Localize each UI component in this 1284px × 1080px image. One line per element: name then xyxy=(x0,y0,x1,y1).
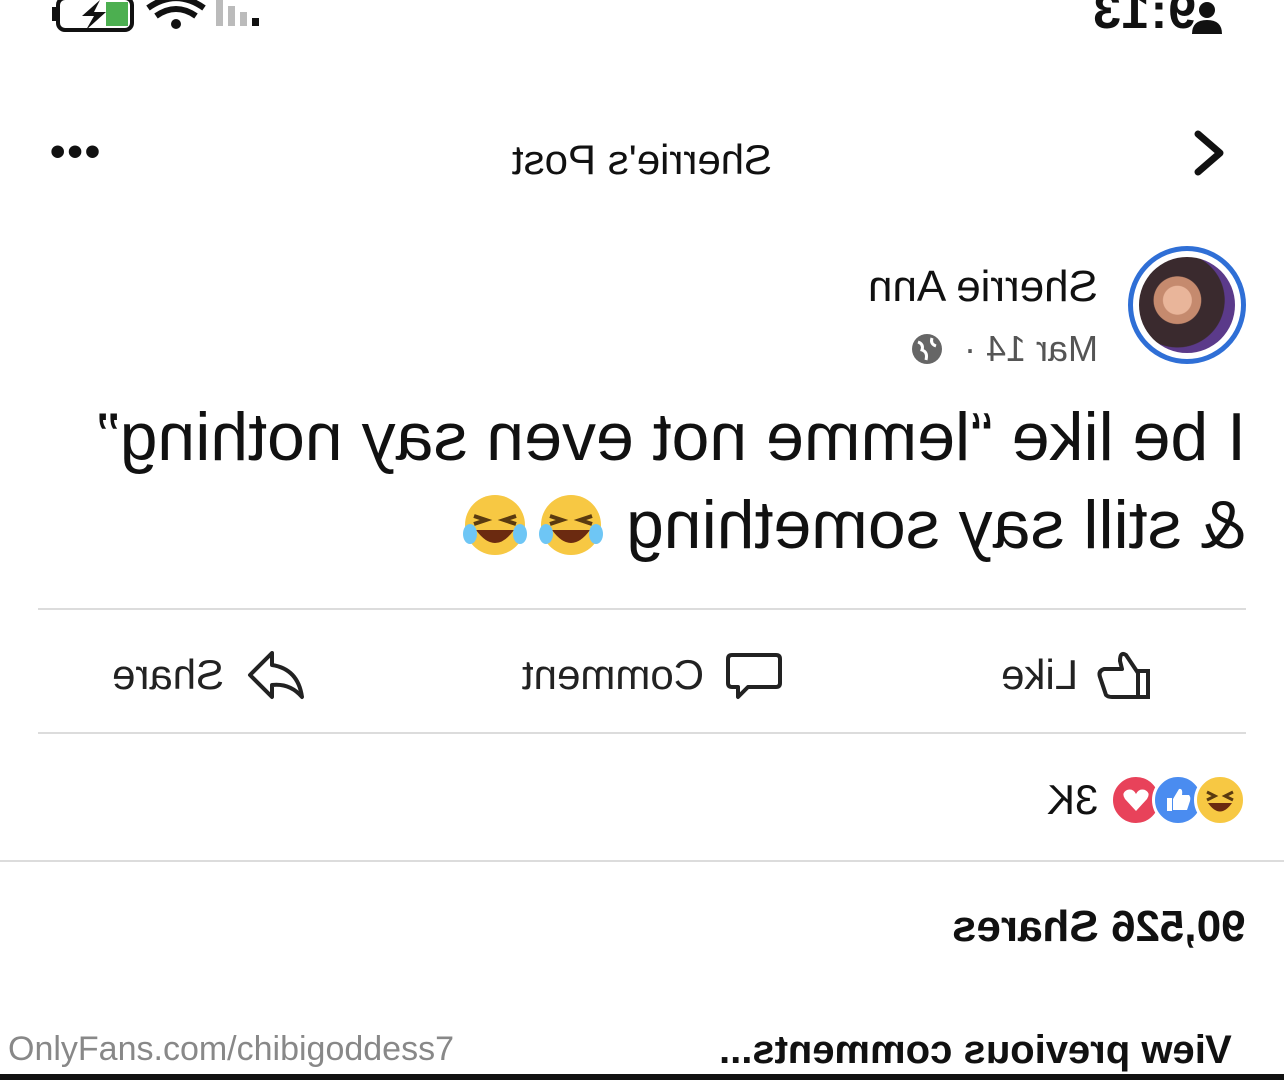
battery-icon xyxy=(52,0,134,32)
thumbs-up-icon xyxy=(1097,651,1150,699)
status-icons xyxy=(52,0,259,32)
status-time: 9:13 xyxy=(1091,0,1196,39)
comment-label: Comment xyxy=(521,651,704,698)
divider xyxy=(38,732,1246,734)
comment-icon xyxy=(726,653,782,699)
reaction-count: 3K xyxy=(1046,776,1098,823)
reactions-summary[interactable]: 3K xyxy=(1047,770,1246,830)
share-label: Share xyxy=(112,651,225,698)
bottom-border xyxy=(0,1074,1284,1080)
laughing-crying-emoji-icon xyxy=(539,495,604,555)
signal-icon xyxy=(216,0,259,26)
post-text-line-2: & still say something xyxy=(460,486,1246,564)
share-icon xyxy=(248,651,305,699)
avatar[interactable] xyxy=(1128,246,1246,364)
haha-reaction-icon xyxy=(1194,774,1246,826)
view-previous-comments-link[interactable]: View previous comments... xyxy=(719,1028,1232,1073)
like-button[interactable]: Like xyxy=(1001,645,1154,705)
divider xyxy=(0,860,1284,862)
post-date: Mar 14 · xyxy=(963,328,1098,369)
like-label: Like xyxy=(1000,651,1078,698)
person-icon xyxy=(1192,2,1222,34)
page-title: Sherrie's Post xyxy=(511,136,773,183)
post-text-line-1: I be like “lemme not even say nothing” xyxy=(96,399,1246,475)
watermark: OnlyFans.com/chibigoddess7 xyxy=(8,1030,455,1068)
shares-count[interactable]: 90,526 Shares xyxy=(952,902,1246,952)
divider xyxy=(38,608,1246,610)
globe-icon xyxy=(912,334,942,364)
wifi-icon xyxy=(146,0,206,29)
share-button[interactable]: Share xyxy=(112,645,306,705)
laughing-crying-emoji-icon xyxy=(463,495,528,555)
back-chevron-icon[interactable] xyxy=(1192,128,1226,178)
author-name[interactable]: Sherrie Ann xyxy=(868,262,1098,312)
comment-button[interactable]: Comment xyxy=(522,645,784,705)
